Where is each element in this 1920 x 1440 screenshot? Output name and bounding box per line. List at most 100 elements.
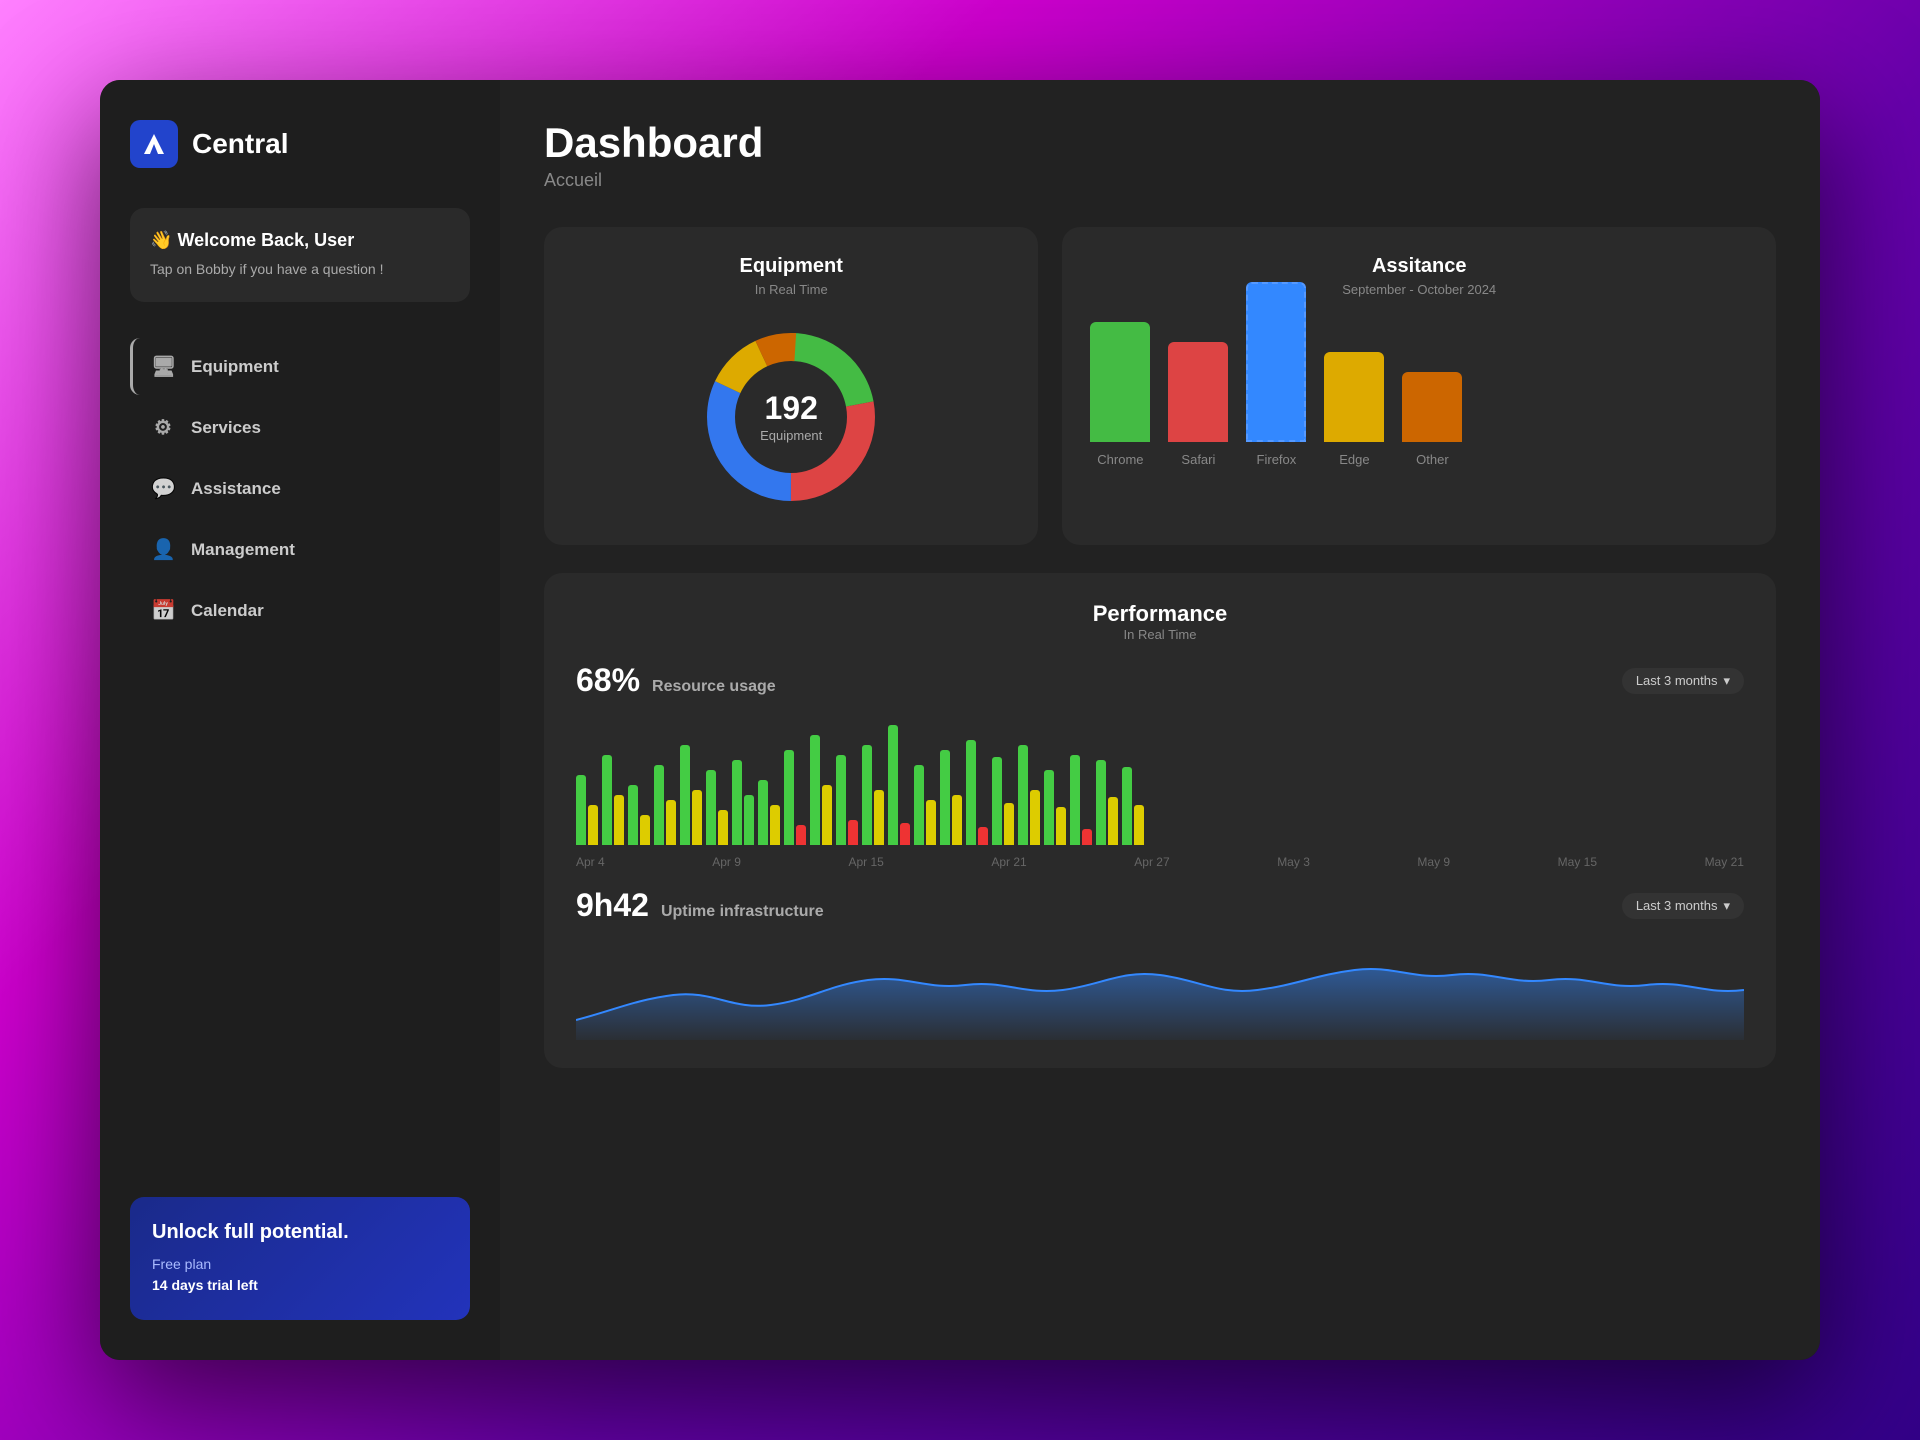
bar-pair-7 (732, 760, 754, 845)
bar-pair-6 (706, 770, 728, 845)
uptime-row: 9h42 Uptime infrastructure Last 3 months… (576, 887, 1744, 924)
calendar-icon: 📅 (151, 598, 175, 623)
x-label-may21: May 21 (1705, 855, 1744, 869)
bar-pair-10 (810, 735, 832, 845)
x-label-may9: May 9 (1417, 855, 1450, 869)
resource-usage-row: 68% Resource usage Last 3 months ▾ (576, 662, 1744, 699)
x-label-apr15: Apr 15 (848, 855, 883, 869)
welcome-subtitle: Tap on Bobby if you have a question ! (150, 259, 450, 280)
welcome-card: 👋 Welcome Back, User Tap on Bobby if you… (130, 208, 470, 302)
x-label-may3: May 3 (1277, 855, 1310, 869)
area-svg (576, 940, 1744, 1040)
equipment-card: Equipment In Real Time (544, 227, 1038, 545)
equipment-icon: 🖥 (151, 354, 175, 379)
bar-pair-2 (602, 755, 624, 845)
uptime-value: 9h42 (576, 887, 649, 924)
bar-pair-4 (654, 765, 676, 845)
equipment-total: 192 (760, 390, 822, 427)
equipment-label: Equipment (760, 428, 822, 443)
sidebar-item-services[interactable]: ⚙ Services (130, 399, 470, 456)
sidebar-item-calendar[interactable]: 📅 Calendar (130, 582, 470, 639)
x-axis-labels: Apr 4 Apr 9 Apr 15 Apr 21 Apr 27 May 3 M… (576, 855, 1744, 869)
uptime-area-chart (576, 940, 1744, 1040)
bar-safari-fill (1168, 342, 1228, 442)
performance-title: Performance (576, 601, 1744, 627)
bar-pair-17 (992, 757, 1014, 845)
bar-pair-22 (1122, 767, 1144, 845)
bar-pair-8 (758, 780, 780, 845)
page-title: Dashboard (544, 120, 1776, 166)
bar-pair-12 (862, 745, 884, 845)
bar-pair-20 (1070, 755, 1092, 845)
assistance-card: Assitance September - October 2024 Chrom… (1062, 227, 1776, 545)
performance-subtitle: In Real Time (576, 627, 1744, 642)
page-header: Dashboard Accueil (544, 120, 1776, 191)
bar-pair-16 (966, 740, 988, 845)
assistance-icon: 💬 (151, 476, 175, 501)
bar-other: Other (1402, 372, 1462, 467)
bar-pair-3 (628, 785, 650, 845)
management-icon: 👤 (151, 537, 175, 562)
bar-firefox-fill (1246, 282, 1306, 442)
services-icon: ⚙ (151, 415, 175, 440)
x-label-apr9: Apr 9 (712, 855, 741, 869)
main-content: Dashboard Accueil Equipment In Real Time (500, 80, 1820, 1360)
nav-label-services: Services (191, 418, 261, 438)
chevron-down-icon-2: ▾ (1723, 898, 1730, 914)
upgrade-subtitle: Free plan 14 days trial left (152, 1254, 448, 1296)
x-label-apr21: Apr 21 (991, 855, 1026, 869)
browser-bar-chart: Chrome Safari Firefox Edge (1090, 317, 1748, 497)
x-label-apr27: Apr 27 (1134, 855, 1169, 869)
nav-label-assistance: Assistance (191, 479, 281, 499)
bar-pair-11 (836, 755, 858, 845)
donut-center: 192 Equipment (760, 390, 822, 445)
nav-menu: 🖥 Equipment ⚙ Services 💬 Assistance 👤 Ma… (130, 338, 470, 1177)
logo-icon (130, 120, 178, 168)
resource-label: Resource usage (652, 678, 776, 696)
equipment-card-subtitle: In Real Time (572, 282, 1010, 297)
x-label-may15: May 15 (1558, 855, 1597, 869)
chevron-down-icon: ▾ (1723, 673, 1730, 689)
bar-other-label: Other (1416, 452, 1449, 467)
x-label-apr4: Apr 4 (576, 855, 605, 869)
bar-edge-fill (1324, 352, 1384, 442)
page-subtitle: Accueil (544, 170, 1776, 191)
sidebar-item-management[interactable]: 👤 Management (130, 521, 470, 578)
resource-metric: 68% Resource usage (576, 662, 776, 699)
bar-edge: Edge (1324, 352, 1384, 467)
sidebar-item-assistance[interactable]: 💬 Assistance (130, 460, 470, 517)
bar-pair-5 (680, 745, 702, 845)
app-window: Central 👋 Welcome Back, User Tap on Bobb… (100, 80, 1820, 1360)
nav-label-calendar: Calendar (191, 601, 264, 621)
uptime-label: Uptime infrastructure (661, 903, 824, 921)
performance-card: Performance In Real Time 68% Resource us… (544, 573, 1776, 1068)
uptime-metric: 9h42 Uptime infrastructure (576, 887, 824, 924)
bar-pair-9 (784, 750, 806, 845)
equipment-card-title: Equipment (572, 255, 1010, 278)
bar-chrome-label: Chrome (1097, 452, 1143, 467)
bar-firefox: Firefox (1246, 282, 1306, 467)
logo-area: Central (130, 120, 470, 168)
sidebar-item-equipment[interactable]: 🖥 Equipment (130, 338, 470, 395)
resource-value: 68% (576, 662, 640, 699)
bar-pair-13 (888, 725, 910, 845)
bar-chrome: Chrome (1090, 322, 1150, 467)
sidebar: Central 👋 Welcome Back, User Tap on Bobb… (100, 80, 500, 1360)
top-cards-row: Equipment In Real Time (544, 227, 1776, 545)
bar-safari: Safari (1168, 342, 1228, 467)
resource-badge[interactable]: Last 3 months ▾ (1622, 668, 1744, 694)
bar-firefox-label: Firefox (1257, 452, 1297, 467)
nav-label-management: Management (191, 540, 295, 560)
bar-pair-1 (576, 775, 598, 845)
upgrade-title: Unlock full potential. (152, 1221, 448, 1244)
bar-pair-14 (914, 765, 936, 845)
uptime-badge[interactable]: Last 3 months ▾ (1622, 893, 1744, 919)
performance-header: Performance In Real Time (576, 601, 1744, 642)
upgrade-card[interactable]: Unlock full potential. Free plan 14 days… (130, 1197, 470, 1320)
resource-bar-chart (576, 715, 1744, 845)
assistance-card-subtitle: September - October 2024 (1090, 282, 1748, 297)
app-name: Central (192, 128, 288, 160)
bar-safari-label: Safari (1181, 452, 1215, 467)
bar-pair-18 (1018, 745, 1040, 845)
bar-chrome-fill (1090, 322, 1150, 442)
